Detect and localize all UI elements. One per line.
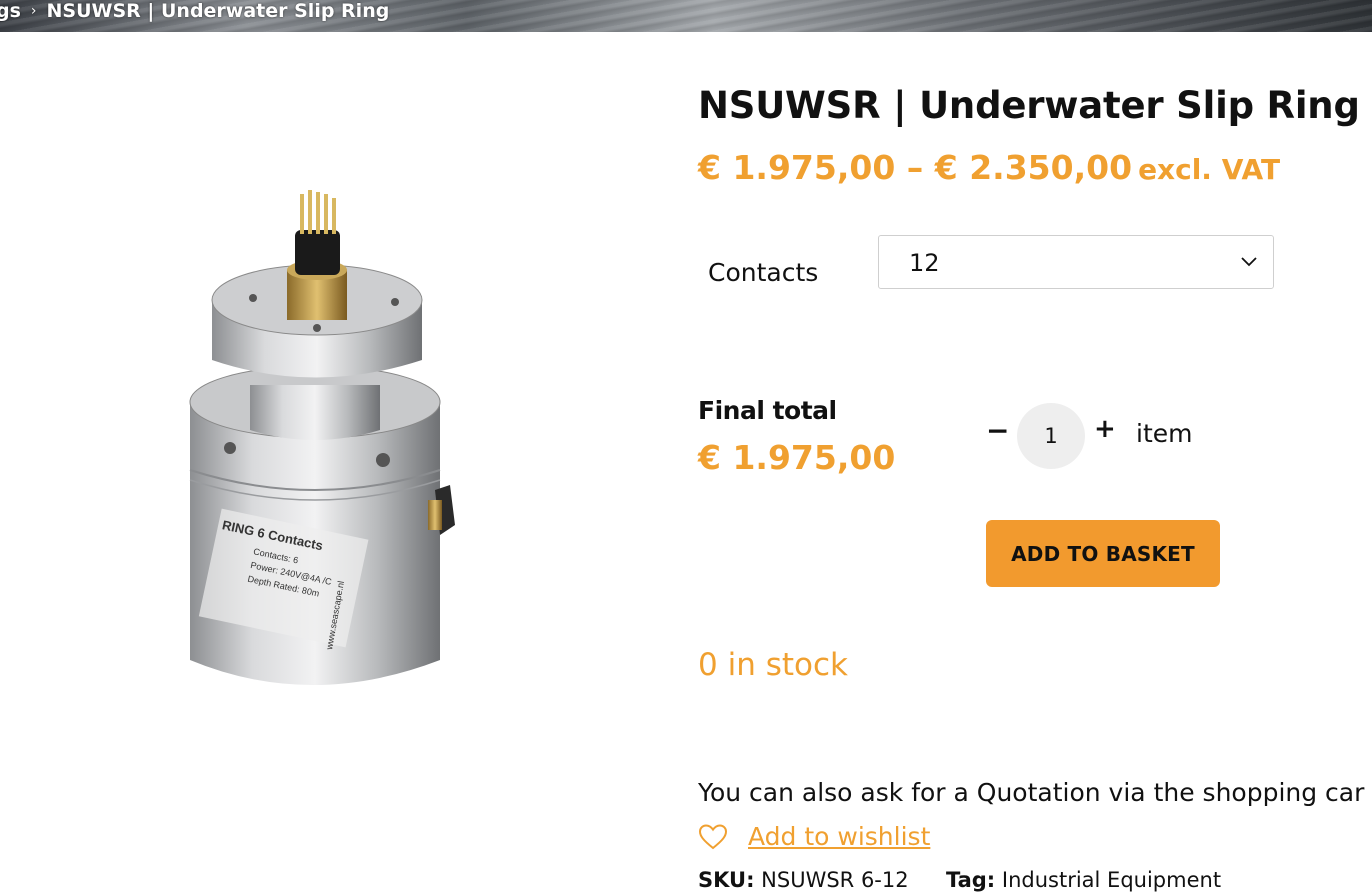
- stock-status: 0 in stock: [698, 647, 848, 683]
- header-banner: gs › NSUWSR | Underwater Slip Ring: [0, 0, 1372, 32]
- contacts-select-value: 12: [909, 249, 940, 277]
- price-range: € 1.975,00 – € 2.350,00 excl. VAT: [698, 148, 1280, 187]
- product-meta: SKU: NSUWSR 6-12 Tag: Industrial Equipme…: [698, 868, 1221, 892]
- quantity-decrease-button[interactable]: −: [986, 414, 1009, 447]
- contacts-label: Contacts: [708, 258, 819, 287]
- breadcrumb: gs › NSUWSR | Underwater Slip Ring: [0, 0, 389, 22]
- tag-link[interactable]: Industrial Equipment: [1002, 868, 1221, 892]
- tag-label: Tag:: [945, 868, 996, 892]
- heart-icon: [698, 823, 728, 849]
- add-to-basket-button[interactable]: ADD TO BASKET: [986, 520, 1220, 587]
- product-title: NSUWSR | Underwater Slip Ring: [698, 84, 1360, 127]
- wishlist-label[interactable]: Add to wishlist: [748, 822, 930, 851]
- quantity-unit: item: [1136, 419, 1193, 448]
- chevron-down-icon: [1241, 257, 1257, 267]
- sku-value: NSUWSR 6-12: [761, 868, 909, 892]
- breadcrumb-separator-icon: ›: [30, 3, 37, 19]
- contacts-select[interactable]: 12: [878, 235, 1274, 289]
- breadcrumb-link-parent[interactable]: gs: [0, 0, 21, 22]
- price-range-value: € 1.975,00 – € 2.350,00: [698, 148, 1133, 187]
- quantity-input[interactable]: 1: [1017, 403, 1085, 469]
- quotation-note: You can also ask for a Quotation via the…: [698, 778, 1365, 807]
- slip-ring-illustration: RING 6 Contacts Contacts: 6 Power: 240V@…: [189, 190, 455, 685]
- quantity-increase-button[interactable]: +: [1094, 414, 1116, 444]
- final-total-label: Final total: [698, 396, 837, 425]
- sku-label: SKU:: [698, 868, 755, 892]
- final-total-value: € 1.975,00: [698, 438, 896, 477]
- wishlist-link[interactable]: Add to wishlist: [698, 822, 930, 851]
- product-image[interactable]: RING 6 Contacts Contacts: 6 Power: 240V@…: [150, 180, 490, 700]
- breadcrumb-current: NSUWSR | Underwater Slip Ring: [46, 0, 390, 22]
- vat-note: excl. VAT: [1138, 153, 1281, 186]
